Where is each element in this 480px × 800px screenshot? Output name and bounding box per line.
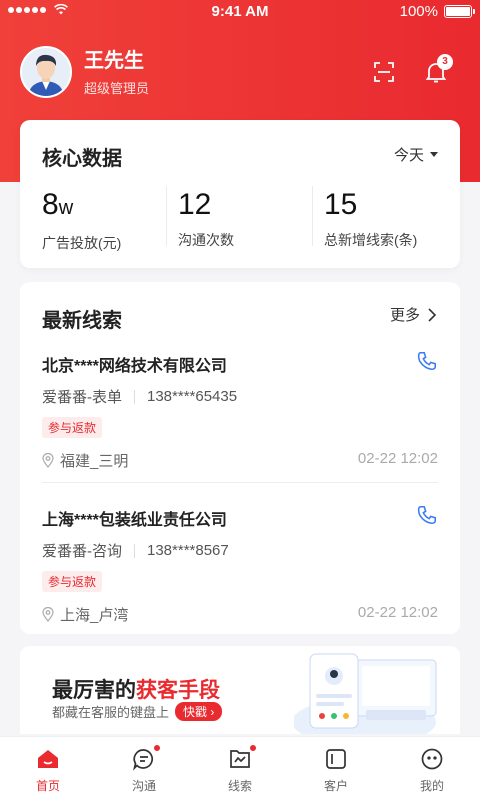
lead-date: 02-22 12:02: [357, 604, 438, 621]
stat-new-leads: 15 总新增线索(条): [324, 188, 417, 248]
profile-face-icon: [420, 747, 444, 771]
caret-down-icon: [430, 152, 438, 157]
lead-phone-number: 138****8567: [147, 542, 229, 559]
lead-location: 福建_三明: [60, 453, 129, 470]
stat-value: 8: [42, 188, 59, 221]
period-label: 今天: [393, 147, 424, 164]
phone-icon[interactable]: [416, 504, 438, 526]
lead-item[interactable]: 北京****网络技术有限公司 爱番番-表单 138****65435 参与返款 …: [42, 350, 438, 471]
tab-label: 沟通: [131, 779, 156, 793]
tab-label: 客户: [323, 779, 348, 793]
stat-communications: 12 沟通次数: [178, 188, 234, 248]
banner-title: 最厉害的获客手段: [52, 674, 220, 704]
lead-company: 上海****包装纸业责任公司: [42, 512, 227, 529]
refund-tag: 参与返款: [42, 417, 103, 438]
leads-title: 最新线索: [42, 310, 122, 332]
unread-dot: [154, 745, 160, 751]
more-link[interactable]: 更多: [390, 304, 436, 325]
promo-banner[interactable]: 最厉害的获客手段 都藏在客服的键盘上 快戳 ›: [20, 646, 460, 734]
more-label: 更多: [389, 307, 420, 324]
stat-unit: w: [58, 197, 74, 219]
customers-icon: [324, 747, 348, 771]
banner-title-part1: 最厉害的: [52, 679, 136, 702]
lead-location: 上海_卢湾: [60, 607, 129, 624]
divider: [166, 186, 167, 246]
tab-label: 线索: [227, 779, 252, 793]
tab-communicate[interactable]: 沟通: [96, 737, 192, 800]
user-name: 王先生: [84, 49, 144, 72]
home-icon: [36, 747, 60, 771]
stat-value: 12: [178, 188, 212, 221]
tab-home[interactable]: 首页: [0, 737, 96, 800]
divider: [42, 482, 438, 483]
user-profile[interactable]: 王先生 超级管理员: [20, 46, 149, 98]
scan-icon[interactable]: [372, 60, 396, 84]
divider: [312, 186, 313, 246]
bottom-tab-bar: 首页 沟通 线索 客户 我的: [0, 736, 480, 800]
lead-phone-number: 138****65435: [147, 388, 238, 405]
chat-icon: [132, 745, 160, 771]
battery-percent: 100%: [399, 3, 438, 20]
lead-company: 北京****网络技术有限公司: [42, 358, 227, 375]
core-data-card: 核心数据 今天 8w 广告投放(元) 12 沟通次数 15 总新增线索(条): [20, 120, 460, 268]
banner-title-highlight: 获客手段: [136, 679, 220, 702]
location-pin-icon: [42, 453, 54, 468]
divider: [134, 543, 135, 558]
user-role: 超级管理员: [84, 80, 150, 96]
avatar[interactable]: [20, 46, 72, 98]
stat-label: 广告投放(元): [42, 235, 122, 251]
divider: [134, 389, 135, 404]
chevron-right-icon: [428, 307, 436, 322]
stat-label: 沟通次数: [178, 232, 234, 248]
period-selector[interactable]: 今天: [394, 144, 438, 165]
core-data-title: 核心数据: [42, 148, 122, 170]
battery-icon: [444, 5, 475, 18]
tab-label: 首页: [35, 779, 60, 793]
stat-label: 总新增线索(条): [324, 232, 418, 248]
leads-icon: [228, 745, 256, 771]
latest-leads-card: 最新线索 更多 北京****网络技术有限公司 爱番番-表单 138****654…: [20, 282, 460, 634]
stat-ad-spend: 8w 广告投放(元): [42, 188, 121, 251]
banner-cta-button[interactable]: 快戳 ›: [175, 702, 223, 721]
lead-source: 爱番番-咨询: [42, 543, 122, 560]
notification-badge: 3: [437, 54, 453, 70]
tab-label: 我的: [419, 779, 444, 793]
tab-leads[interactable]: 线索: [192, 737, 288, 800]
phone-icon[interactable]: [416, 350, 438, 372]
tab-customers[interactable]: 客户: [288, 737, 384, 800]
banner-subtitle: 都藏在客服的键盘上: [52, 705, 170, 720]
stat-value: 15: [324, 188, 358, 221]
banner-illustration: [294, 653, 437, 734]
refund-tag: 参与返款: [42, 571, 103, 592]
lead-item[interactable]: 上海****包装纸业责任公司 爱番番-咨询 138****8567 参与返款 上…: [42, 504, 438, 625]
tab-mine[interactable]: 我的: [384, 737, 480, 800]
location-pin-icon: [42, 607, 54, 622]
lead-date: 02-22 12:02: [357, 450, 438, 467]
banner-cta-label: 快戳: [183, 705, 208, 719]
status-bar: 9:41 AM 100%: [0, 0, 480, 24]
lead-source: 爱番番-表单: [42, 389, 122, 406]
unread-dot: [250, 745, 256, 751]
